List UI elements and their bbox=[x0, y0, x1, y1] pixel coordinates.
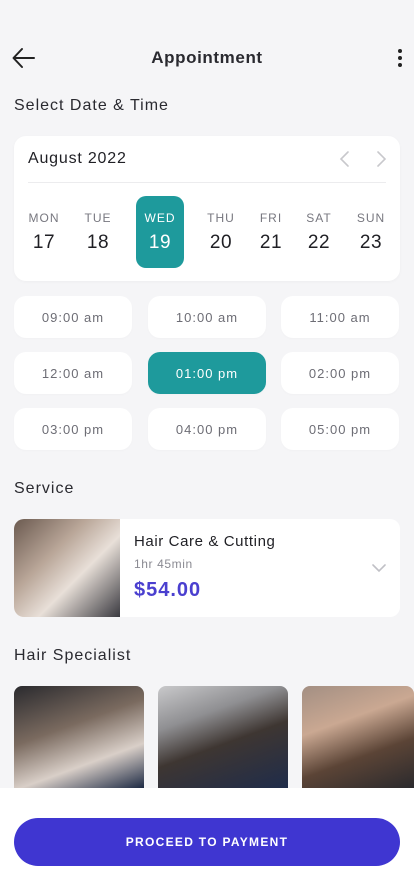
day-fri[interactable]: FRI 21 bbox=[247, 196, 295, 268]
service-photo bbox=[14, 519, 120, 617]
day-name: THU bbox=[207, 211, 235, 225]
day-number: 21 bbox=[259, 232, 283, 253]
day-number: 19 bbox=[148, 232, 172, 253]
chevron-down-icon[interactable] bbox=[370, 559, 388, 577]
proceed-to-payment-button[interactable]: PROCEED TO PAYMENT bbox=[14, 818, 400, 866]
calendar-month: August 2022 bbox=[28, 150, 127, 167]
time-slot[interactable]: 09:00 am bbox=[14, 296, 132, 338]
day-name: SUN bbox=[356, 211, 386, 225]
day-name: TUE bbox=[84, 211, 112, 225]
day-name: WED bbox=[144, 211, 176, 225]
more-vertical-icon[interactable] bbox=[392, 44, 408, 72]
day-number: 18 bbox=[86, 232, 110, 253]
service-price: $54.00 bbox=[134, 579, 202, 601]
day-wed-selected[interactable]: WED 19 bbox=[136, 196, 184, 268]
specialist-heading: Hair Specialist bbox=[14, 647, 132, 664]
day-thu[interactable]: THU 20 bbox=[197, 196, 245, 268]
day-number: 22 bbox=[307, 232, 331, 253]
service-name: Hair Care & Cutting bbox=[134, 533, 276, 550]
time-slot[interactable]: 10:00 am bbox=[148, 296, 266, 338]
service-selector[interactable]: Hair Care & Cutting 1hr 45min $54.00 bbox=[14, 519, 400, 617]
day-number: 20 bbox=[209, 232, 233, 253]
service-heading: Service bbox=[14, 480, 75, 497]
time-slot[interactable]: 11:00 am bbox=[281, 296, 399, 338]
day-sun[interactable]: SUN 23 bbox=[347, 196, 395, 268]
day-mon[interactable]: MON 17 bbox=[20, 196, 68, 268]
calendar-card: August 2022 MON 17 TUE 18 WED 19 THU 20 FRI 2… bbox=[14, 136, 400, 281]
day-name: SAT bbox=[306, 211, 332, 225]
service-duration: 1hr 45min bbox=[134, 557, 193, 571]
time-slot[interactable]: 04:00 pm bbox=[148, 408, 266, 450]
day-number: 17 bbox=[32, 232, 56, 253]
calendar-divider bbox=[28, 182, 386, 183]
day-name: FRI bbox=[259, 211, 283, 225]
time-slot[interactable]: 05:00 pm bbox=[281, 408, 399, 450]
chevron-left-icon[interactable] bbox=[334, 148, 356, 170]
day-sat[interactable]: SAT 22 bbox=[295, 196, 343, 268]
day-number: 23 bbox=[359, 232, 383, 253]
time-slot[interactable]: 02:00 pm bbox=[281, 352, 399, 394]
day-tue[interactable]: TUE 18 bbox=[74, 196, 122, 268]
time-slot[interactable]: 12:00 am bbox=[14, 352, 132, 394]
time-slot-selected[interactable]: 01:00 pm bbox=[148, 352, 266, 394]
page-title: Appointment bbox=[151, 48, 263, 67]
app-header: Appointment bbox=[0, 40, 414, 76]
chevron-right-icon[interactable] bbox=[370, 148, 392, 170]
specialist-card[interactable] bbox=[302, 686, 414, 788]
specialist-card[interactable] bbox=[158, 686, 288, 788]
day-name: MON bbox=[28, 211, 60, 225]
time-slot[interactable]: 03:00 pm bbox=[14, 408, 132, 450]
specialist-card[interactable] bbox=[14, 686, 144, 788]
bottom-action-bar: PROCEED TO PAYMENT bbox=[0, 788, 414, 896]
date-time-heading: Select Date & Time bbox=[14, 97, 169, 114]
